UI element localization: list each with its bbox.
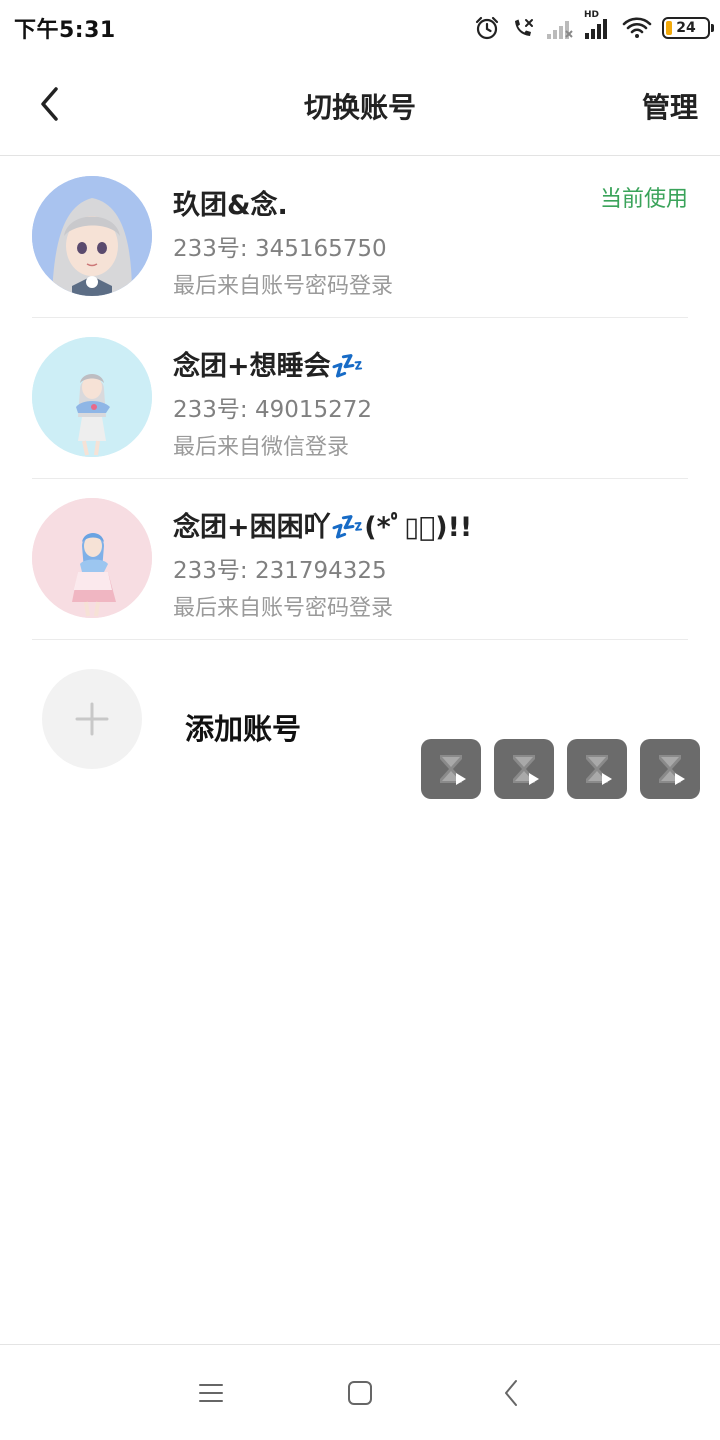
nav-back-button[interactable]	[489, 1371, 533, 1415]
hourglass-play-button[interactable]	[421, 739, 481, 799]
account-item[interactable]: 念团+想睡会💤 233号: 49015272 最后来自微信登录	[32, 318, 688, 479]
manage-button[interactable]: 管理	[642, 86, 698, 126]
current-account-badge: 当前使用	[599, 187, 688, 212]
hourglass-play-icon	[659, 755, 685, 785]
battery-icon: 24	[662, 17, 714, 39]
account-id: 233号: 345165750	[173, 236, 387, 262]
account-item[interactable]: 念团+困困吖💤(*ﾟ▯ﾟ)!! 233号: 231794325 最后来自账号密码…	[32, 479, 688, 640]
page-title: 切换账号	[303, 91, 416, 124]
account-id: 233号: 49015272	[173, 397, 373, 423]
hourglass-play-button[interactable]	[640, 739, 700, 799]
account-login-method: 最后来自账号密码登录	[173, 596, 394, 621]
account-login-method: 最后来自账号密码登录	[173, 274, 394, 299]
network-label: HD	[584, 10, 600, 20]
avatar	[32, 498, 152, 618]
alarm-icon	[474, 15, 500, 41]
battery-level: 24	[676, 20, 696, 36]
account-name: 念团+想睡会💤	[173, 351, 365, 382]
nav-home-button[interactable]	[338, 1371, 382, 1415]
call-muted-icon	[510, 15, 536, 41]
plus-icon	[75, 702, 109, 736]
account-item[interactable]: 玖团&念. 233号: 345165750 最后来自账号密码登录 当前使用	[32, 157, 688, 318]
account-id: 233号: 231794325	[173, 558, 387, 584]
floating-tool-buttons	[421, 739, 700, 799]
hourglass-play-button[interactable]	[567, 739, 627, 799]
account-name: 念团+困困吖💤(*ﾟ▯ﾟ)!!	[173, 512, 473, 543]
back-arrow-icon	[505, 1380, 517, 1406]
hourglass-play-button[interactable]	[494, 739, 554, 799]
avatar	[32, 337, 152, 457]
add-account-circle	[42, 669, 142, 769]
system-nav-bar	[0, 1344, 720, 1440]
status-icons: HD 24	[474, 10, 714, 42]
account-login-method: 最后来自微信登录	[173, 435, 350, 460]
signal-weak-icon	[546, 16, 574, 40]
menu-icon	[199, 1384, 223, 1402]
home-square-icon	[348, 1381, 372, 1405]
hourglass-play-icon	[513, 755, 539, 785]
status-time: 下午5:31	[14, 18, 116, 43]
add-account-label: 添加账号	[185, 712, 302, 746]
avatar	[32, 176, 152, 296]
nav-menu-button[interactable]	[189, 1371, 233, 1415]
wifi-icon	[622, 16, 652, 40]
account-list: 玖团&念. 233号: 345165750 最后来自账号密码登录 当前使用 念团…	[0, 157, 720, 640]
account-name: 玖团&念.	[173, 190, 288, 221]
hourglass-play-icon	[586, 755, 612, 785]
signal-hd-icon: HD	[584, 10, 612, 40]
app-header: 切换账号 管理	[0, 56, 720, 156]
hourglass-play-icon	[440, 755, 466, 785]
status-bar: 下午5:31 HD 24	[0, 0, 720, 56]
